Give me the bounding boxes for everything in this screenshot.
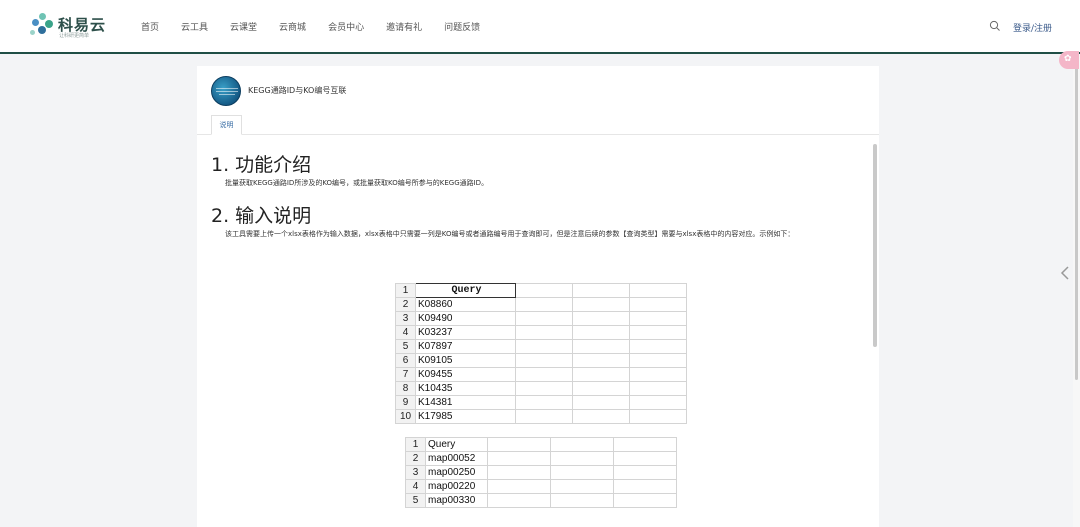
nav-item-home[interactable]: 首页 <box>141 20 159 33</box>
logo[interactable]: 科易云 让科研更简单 <box>30 13 110 41</box>
table-row: 4 K03237 <box>395 325 687 340</box>
row-number: 10 <box>395 409 416 424</box>
example-sheet-pathway: 1 Query 2 map00052 3 map00250 4 map00220… <box>405 437 677 508</box>
pathway-cell: map00052 <box>425 451 488 466</box>
tool-title: KEGG通路ID与KO编号互联 <box>248 86 347 95</box>
row-number: 3 <box>395 311 416 326</box>
table-row: 10 K17985 <box>395 409 687 424</box>
gift-icon: ✿ <box>1064 54 1072 64</box>
table-row: 3 K09490 <box>395 311 687 326</box>
nav-item-feedback[interactable]: 问题反馈 <box>444 20 480 33</box>
section1-heading: 1. 功能介绍 <box>211 154 312 176</box>
row-number: 1 <box>395 283 416 298</box>
example-sheet-ko: 1 Query 2 K08860 3 K09490 4 K03237 5 K07… <box>395 283 687 424</box>
row-number: 5 <box>395 339 416 354</box>
ko-cell: K03237 <box>415 325 516 340</box>
row-number: 5 <box>405 493 426 508</box>
section2-text: 该工具需要上传一个xlsx表格作为输入数据，xlsx表格中只需要一列是KO编号或… <box>225 230 795 238</box>
floating-gift-button[interactable]: ✿ <box>1059 51 1079 69</box>
main-nav: 首页 云工具 云课堂 云商城 会员中心 邀请有礼 问题反馈 <box>141 20 502 33</box>
nav-item-member-center[interactable]: 会员中心 <box>328 20 364 33</box>
content-scrollbar[interactable] <box>873 144 877 347</box>
ko-cell: K09490 <box>415 311 516 326</box>
query-header-cell: Query <box>415 283 516 298</box>
pathway-cell: map00330 <box>425 493 488 508</box>
section1-text: 批量获取KEGG通路ID所涉及的KO编号，或批量获取KO编号所参与的KEGG通路… <box>225 179 489 187</box>
row-number: 7 <box>395 367 416 382</box>
pathway-cell: map00250 <box>425 465 488 480</box>
query-header-cell: Query <box>425 437 488 452</box>
tab-instructions[interactable]: 说明 <box>211 115 242 135</box>
row-number: 4 <box>395 325 416 340</box>
table-row: 2 K08860 <box>395 297 687 312</box>
row-number: 8 <box>395 381 416 396</box>
chevron-left-icon[interactable] <box>1058 262 1072 284</box>
login-register-link[interactable]: 登录/注册 <box>1013 21 1052 34</box>
nav-item-cloud-tools[interactable]: 云工具 <box>181 20 208 33</box>
ko-cell: K07897 <box>415 339 516 354</box>
table-row: 4 map00220 <box>405 479 677 494</box>
row-number: 2 <box>395 297 416 312</box>
row-number: 1 <box>405 437 426 452</box>
ko-cell: K09455 <box>415 367 516 382</box>
row-number: 9 <box>395 395 416 410</box>
nav-item-cloud-mall[interactable]: 云商城 <box>279 20 306 33</box>
logo-icon <box>30 13 54 37</box>
tab-bar: 说明 <box>197 115 879 135</box>
ko-cell: K09105 <box>415 353 516 368</box>
ko-cell: K10435 <box>415 381 516 396</box>
table-row: 9 K14381 <box>395 395 687 410</box>
table-row: 6 K09105 <box>395 353 687 368</box>
row-number: 3 <box>405 465 426 480</box>
table-row: 5 map00330 <box>405 493 677 508</box>
nav-item-cloud-classroom[interactable]: 云课堂 <box>230 20 257 33</box>
row-number: 4 <box>405 479 426 494</box>
ko-cell: K17985 <box>415 409 516 424</box>
table-row: 3 map00250 <box>405 465 677 480</box>
table-row: 1 Query <box>395 283 687 298</box>
top-navbar: 科易云 让科研更简单 首页 云工具 云课堂 云商城 会员中心 邀请有礼 问题反馈… <box>0 0 1080 54</box>
brand-tagline: 让科研更简单 <box>59 33 90 39</box>
table-row: 2 map00052 <box>405 451 677 466</box>
tool-detail-card: KEGG通路ID与KO编号互联 说明 1. 功能介绍 批量获取KEGG通路ID所… <box>197 66 879 527</box>
table-row: 8 K10435 <box>395 381 687 396</box>
section2-heading: 2. 输入说明 <box>211 205 312 227</box>
ko-cell: K08860 <box>415 297 516 312</box>
row-number: 2 <box>405 451 426 466</box>
page-scrollbar[interactable] <box>1075 60 1078 380</box>
pathway-cell: map00220 <box>425 479 488 494</box>
tool-avatar <box>211 76 241 106</box>
table-row: 5 K07897 <box>395 339 687 354</box>
row-number: 6 <box>395 353 416 368</box>
ko-cell: K14381 <box>415 395 516 410</box>
nav-item-invite[interactable]: 邀请有礼 <box>386 20 422 33</box>
table-row: 1 Query <box>405 437 677 452</box>
search-icon[interactable] <box>989 20 1001 32</box>
table-row: 7 K09455 <box>395 367 687 382</box>
